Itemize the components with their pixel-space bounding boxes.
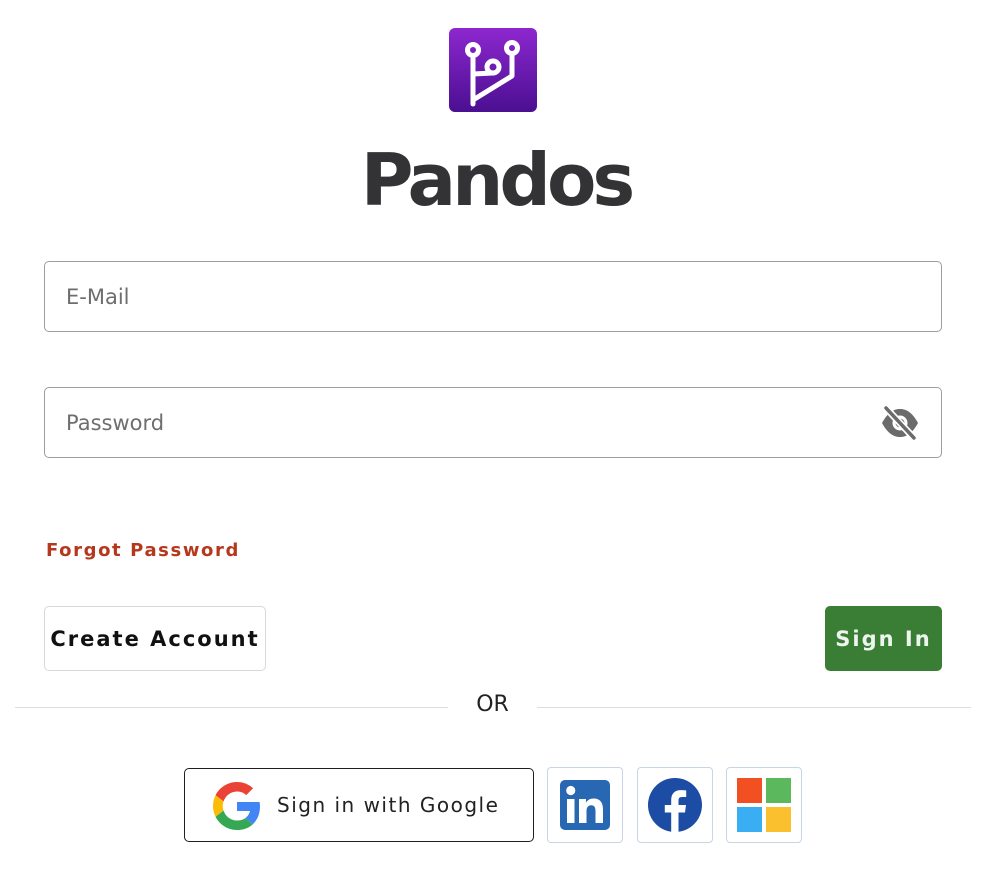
microsoft-icon — [737, 778, 791, 832]
toggle-password-visibility-button[interactable] — [879, 404, 921, 442]
divider-line-left — [15, 707, 448, 708]
linkedin-sign-in-button[interactable] — [547, 767, 623, 843]
pandos-logo-icon — [449, 28, 537, 112]
sign-in-button[interactable]: Sign In — [825, 606, 942, 671]
email-field[interactable] — [44, 261, 942, 332]
divider-line-right — [537, 707, 971, 708]
password-input[interactable] — [45, 388, 941, 457]
password-field[interactable] — [44, 387, 942, 458]
email-input[interactable] — [45, 262, 941, 331]
or-divider-label: OR — [476, 692, 509, 717]
brand-name: Pandos — [360, 138, 636, 222]
create-account-button[interactable]: Create Account — [44, 606, 266, 671]
facebook-icon — [648, 778, 702, 832]
google-sign-in-label: Sign in with Google — [277, 793, 500, 817]
eye-off-icon — [882, 406, 918, 440]
google-icon — [213, 782, 260, 830]
google-sign-in-button[interactable]: Sign in with Google — [184, 768, 534, 842]
facebook-sign-in-button[interactable] — [637, 767, 713, 843]
microsoft-sign-in-button[interactable] — [726, 767, 802, 843]
linkedin-icon — [560, 780, 610, 830]
forgot-password-link[interactable]: Forgot Password — [46, 540, 240, 561]
